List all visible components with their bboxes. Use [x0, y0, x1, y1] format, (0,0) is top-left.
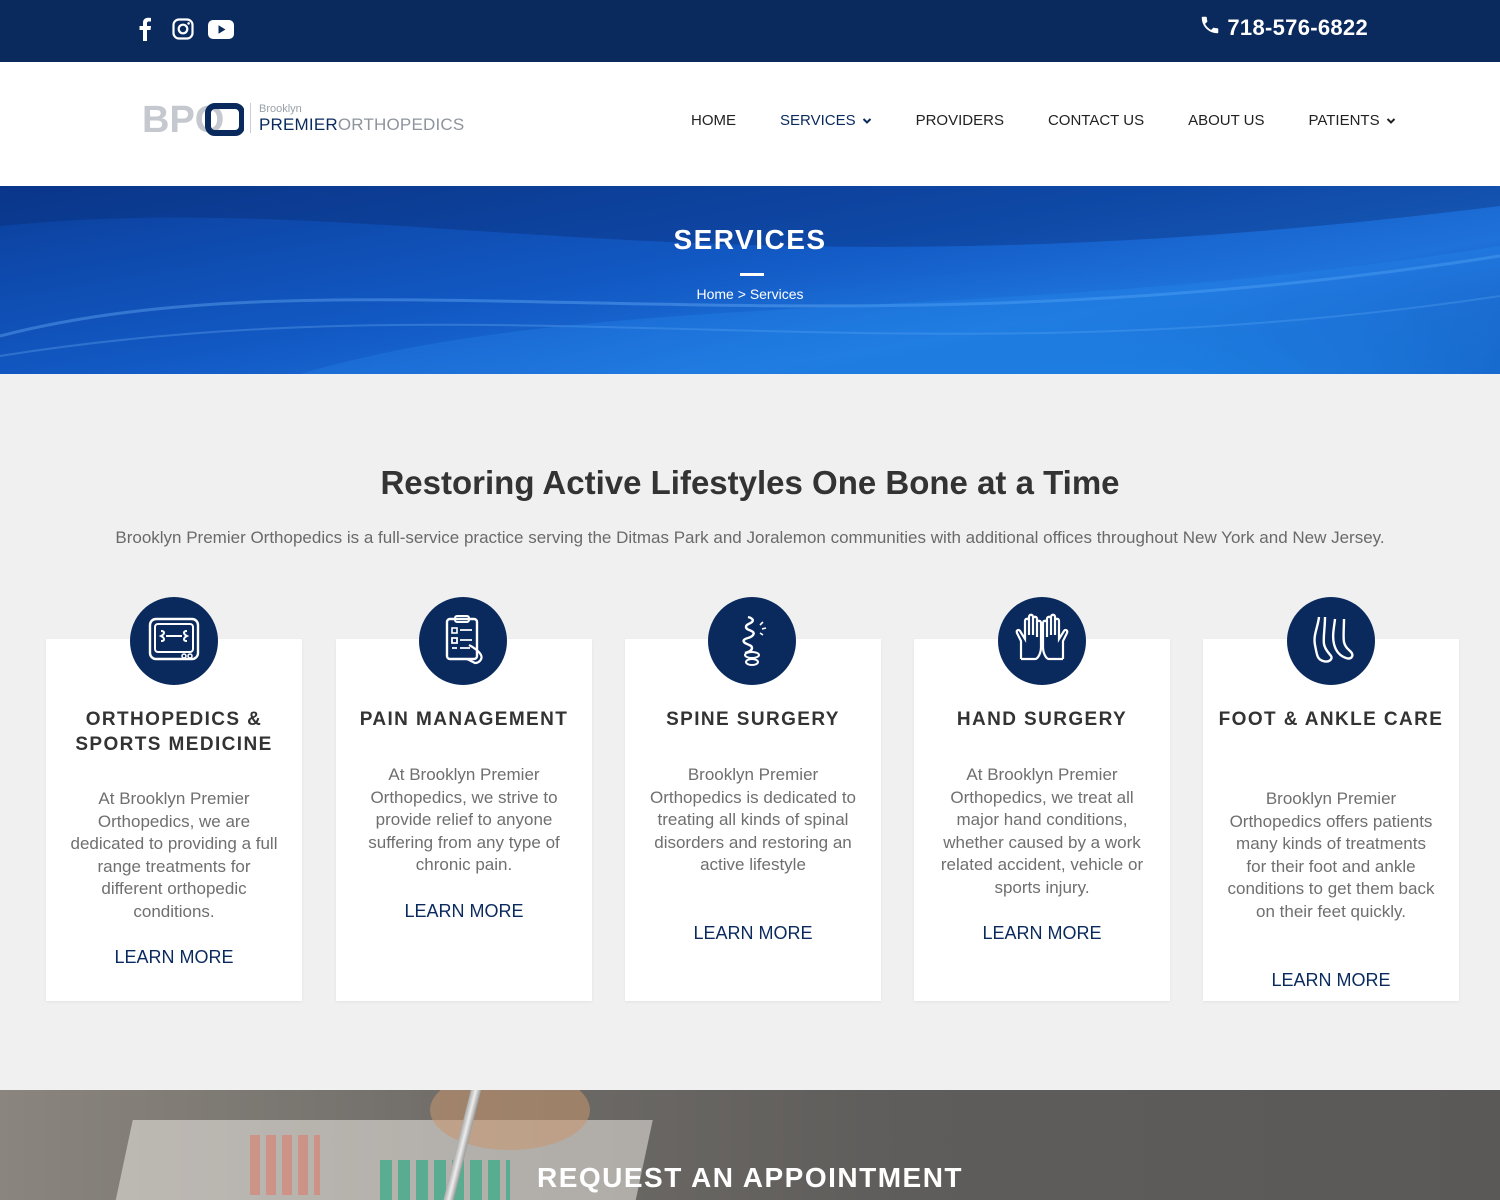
nav-providers[interactable]: PROVIDERS	[894, 112, 1026, 129]
appointment-heading: REQUEST AN APPOINTMENT	[536, 1162, 964, 1193]
feet-icon	[1287, 597, 1375, 685]
service-title: HAND SURGERY	[956, 709, 1128, 730]
phone-link[interactable]: 718-576-6822	[1199, 14, 1368, 42]
service-card-hand-surgery: HAND SURGERY At Brooklyn Premier Orthope…	[914, 639, 1170, 1001]
learn-more-link[interactable]: LEARN MORE	[625, 923, 881, 944]
logo-orthopedics: ORTHOPEDICS	[337, 114, 465, 134]
hero-background	[0, 186, 1500, 374]
nav-patients[interactable]: PATIENTS	[1286, 112, 1417, 129]
service-description: At Brooklyn Premier Orthopedics, we trea…	[940, 765, 1144, 897]
hero-banner: SERVICES Home > Services	[0, 186, 1500, 374]
chevron-down-icon	[1386, 117, 1395, 124]
intro-heading: Restoring Active Lifestyles One Bone at …	[380, 464, 1120, 501]
service-description: Brooklyn Premier Orthopedics offers pati…	[1227, 789, 1435, 921]
service-title: FOOT & ANKLE CARE	[1218, 709, 1444, 730]
service-title: SPINE SURGERY	[666, 709, 840, 730]
service-card-orthopedics: ORTHOPEDICS & SPORTS MEDICINE At Brookly…	[46, 639, 302, 1001]
instagram-icon[interactable]	[170, 14, 196, 44]
nav-services[interactable]: SERVICES	[758, 112, 894, 129]
main-nav: HOME SERVICES PROVIDERS CONTACT US ABOUT…	[669, 112, 1418, 129]
appointment-section: REQUEST AN APPOINTMENT	[0, 1090, 1500, 1200]
learn-more-link[interactable]: LEARN MORE	[336, 901, 592, 922]
facebook-icon[interactable]	[132, 14, 158, 44]
breadcrumb-current: Services	[749, 286, 804, 302]
nav-contact-us[interactable]: CONTACT US	[1026, 112, 1166, 129]
chevron-down-icon	[862, 117, 871, 124]
youtube-icon[interactable]	[208, 14, 234, 44]
breadcrumb: Home > Services	[0, 286, 1500, 302]
phone-icon	[1199, 14, 1221, 42]
social-links	[132, 14, 234, 44]
nav-home[interactable]: HOME	[669, 112, 758, 129]
service-title: PAIN MANAGEMENT	[359, 709, 569, 730]
service-card-pain-management: PAIN MANAGEMENT At Brooklyn Premier Orth…	[336, 639, 592, 1001]
learn-more-link[interactable]: LEARN MORE	[46, 947, 302, 968]
spine-icon	[708, 597, 796, 685]
service-card-spine-surgery: SPINE SURGERY Brooklyn Premier Orthopedi…	[625, 639, 881, 1001]
clipboard-icon	[419, 597, 507, 685]
service-card-foot-ankle: FOOT & ANKLE CARE Brooklyn Premier Ortho…	[1203, 639, 1459, 1001]
logo-divider	[250, 103, 251, 133]
bpo-logo-mark: BPO	[142, 99, 244, 138]
top-bar: 718-576-6822	[0, 0, 1500, 62]
service-description: At Brooklyn Premier Orthopedics, we are …	[70, 789, 278, 921]
learn-more-link[interactable]: LEARN MORE	[1203, 970, 1459, 991]
site-logo[interactable]: BPO Brooklyn PREMIERORTHOPEDICS	[142, 98, 464, 138]
service-description: At Brooklyn Premier Orthopedics, we stri…	[368, 765, 560, 874]
xray-icon	[130, 597, 218, 685]
page-title: SERVICES	[673, 224, 827, 255]
logo-premier: PREMIER	[259, 114, 338, 134]
hands-icon	[998, 597, 1086, 685]
logo-wordmark: Brooklyn PREMIERORTHOPEDICS	[259, 102, 465, 134]
site-header: BPO Brooklyn PREMIERORTHOPEDICS HOME SER…	[0, 62, 1500, 186]
breadcrumb-separator: >	[733, 286, 750, 302]
nav-about-us[interactable]: ABOUT US	[1166, 112, 1286, 129]
breadcrumb-home[interactable]: Home	[696, 286, 733, 302]
logo-brooklyn: Brooklyn	[259, 102, 302, 115]
learn-more-link[interactable]: LEARN MORE	[914, 923, 1170, 944]
phone-number: 718-576-6822	[1227, 15, 1368, 40]
title-underline	[740, 273, 764, 276]
service-description: Brooklyn Premier Orthopedics is dedicate…	[649, 765, 856, 874]
service-title: ORTHOPEDICS & SPORTS MEDICINE	[75, 709, 273, 755]
intro-text: Brooklyn Premier Orthopedics is a full-s…	[115, 528, 1385, 547]
